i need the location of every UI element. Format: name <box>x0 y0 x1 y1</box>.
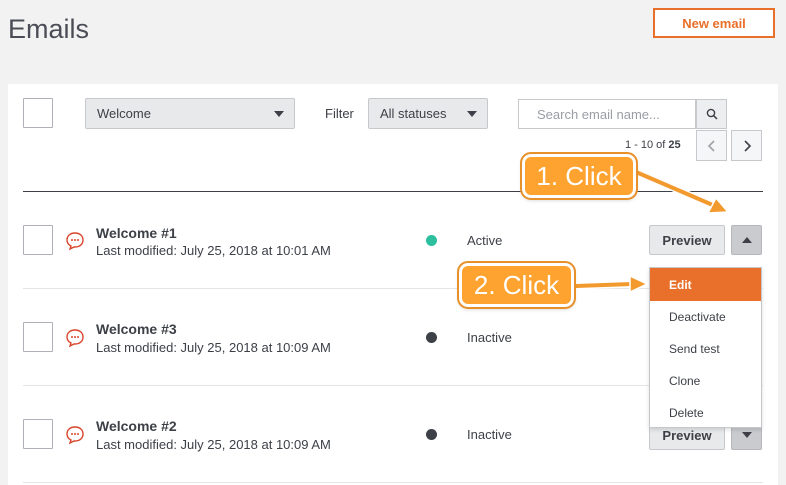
callout-step-1: 1. Click <box>520 152 638 200</box>
annotation-arrows <box>572 168 730 294</box>
callout-step-2: 2. Click <box>457 261 576 309</box>
arrow-icon <box>572 274 649 294</box>
arrow-icon <box>632 168 730 214</box>
